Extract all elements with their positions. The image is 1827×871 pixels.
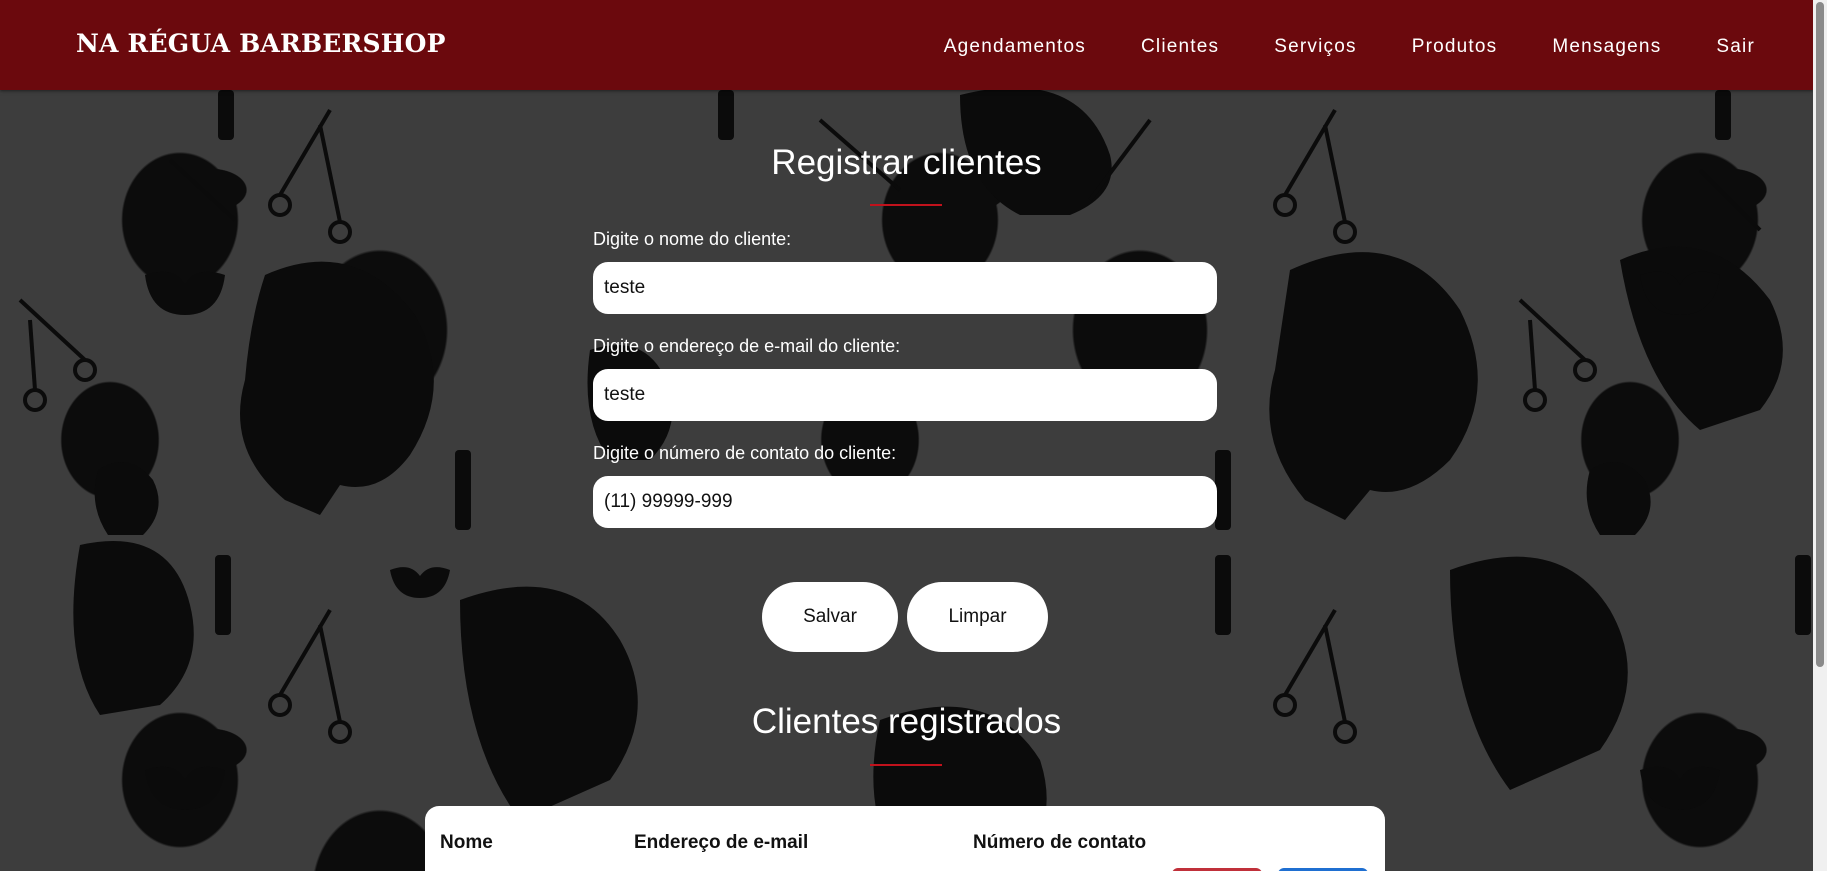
- brand-logo[interactable]: NA RÉGUA BARBERSHOP: [76, 29, 446, 58]
- scrollbar-thumb[interactable]: [1816, 2, 1824, 667]
- phone-label: Digite o número de contato do cliente:: [593, 443, 897, 463]
- top-navbar: NA RÉGUA BARBERSHOP Agendamentos Cliente…: [0, 0, 1813, 90]
- clear-button[interactable]: Limpar: [907, 582, 1048, 652]
- column-header-name: Nome: [440, 832, 493, 853]
- main-nav: Agendamentos Clientes Serviços Produtos …: [889, 36, 1755, 58]
- column-header-phone: Número de contato: [973, 832, 1147, 853]
- email-label: Digite o endereço de e-mail do cliente:: [593, 336, 901, 356]
- clients-table: Nome Endereço de e-mail Número de contat…: [425, 806, 1385, 871]
- client-phone-input[interactable]: (11) 99999-999: [593, 476, 1217, 528]
- name-label: Digite o nome do cliente:: [593, 229, 792, 249]
- nav-clientes[interactable]: Clientes: [1141, 36, 1219, 58]
- page-scrollbar[interactable]: [1813, 0, 1827, 871]
- registered-title-underline: [870, 764, 942, 766]
- register-title: Registrar clientes: [771, 143, 1042, 182]
- register-title-underline: [870, 204, 942, 206]
- nav-produtos[interactable]: Produtos: [1412, 36, 1498, 58]
- nav-mensagens[interactable]: Mensagens: [1552, 36, 1661, 58]
- column-header-email: Endereço de e-mail: [634, 832, 809, 853]
- registered-clients-title: Clientes registrados: [751, 702, 1062, 741]
- client-name-input[interactable]: teste: [593, 262, 1217, 314]
- nav-sair[interactable]: Sair: [1716, 36, 1755, 58]
- register-client-form: Digite o nome do cliente: teste Digite o…: [593, 229, 1217, 528]
- nav-agendamentos[interactable]: Agendamentos: [944, 36, 1086, 58]
- save-button[interactable]: Salvar: [762, 582, 898, 652]
- nav-servicos[interactable]: Serviços: [1274, 36, 1356, 58]
- client-email-input[interactable]: teste: [593, 369, 1217, 421]
